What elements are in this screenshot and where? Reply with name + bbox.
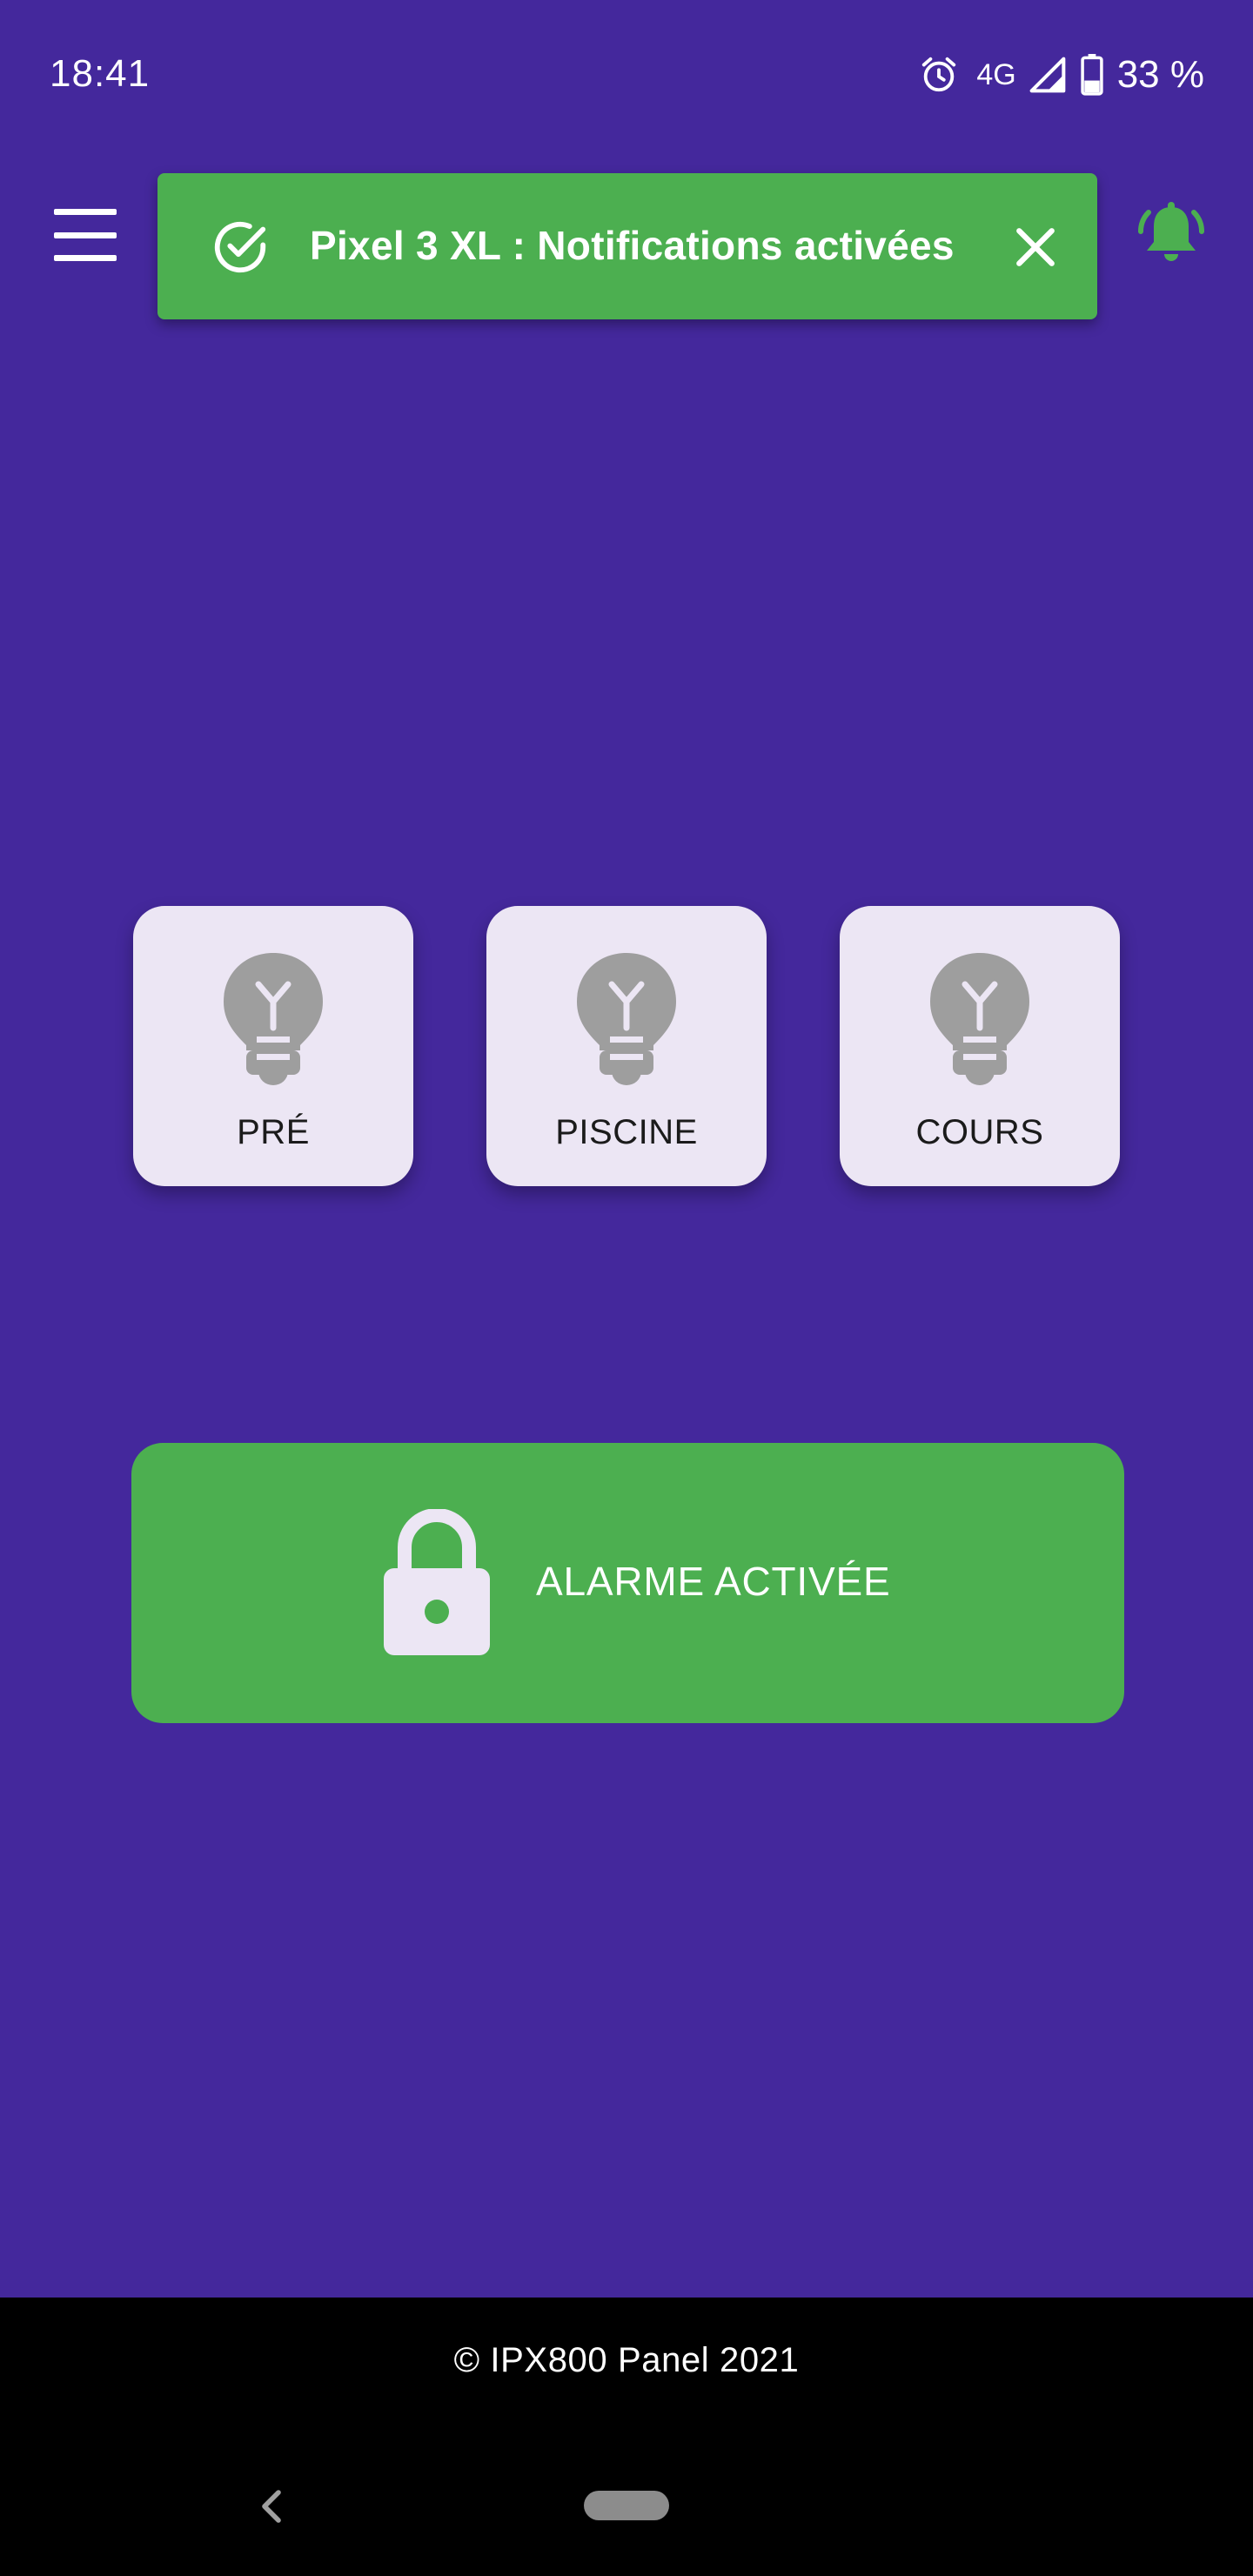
light-tile-pre[interactable]: PRÉ	[133, 906, 413, 1186]
toast-message: Pixel 3 XL : Notifications activées	[310, 223, 955, 268]
status-icons: 4G 33 %	[919, 50, 1204, 99]
app-screen: 18:41 4G 33 % Pixel 3 XL: Notifications…	[0, 0, 1253, 2576]
check-circle-icon	[210, 217, 271, 278]
alarm-label: ALARME ACTIVÉE	[536, 1559, 891, 1604]
copyright-text: © IPX800 Panel 2021	[453, 2341, 800, 2379]
footer: © IPX800 Panel 2021	[0, 2298, 1253, 2576]
network-type: 4G	[976, 57, 1016, 91]
light-tile-cours[interactable]: COURS	[840, 906, 1120, 1186]
battery-icon	[1079, 54, 1105, 96]
status-bar: 18:41 4G 33 %	[0, 0, 1253, 148]
lightbulb-icon	[220, 949, 326, 1089]
tile-label: PRÉ	[237, 1113, 310, 1151]
alarm-toggle-button[interactable]: ALARME ACTIVÉE	[131, 1443, 1124, 1723]
menu-icon[interactable]	[54, 209, 117, 261]
tile-label: PISCINE	[555, 1113, 698, 1151]
notification-toast: Pixel 3 XL : Notifications activées	[157, 173, 1097, 319]
tile-label: COURS	[915, 1113, 1044, 1151]
battery-level: 33 %	[1116, 53, 1204, 96]
signal-icon	[1029, 56, 1067, 94]
lightbulb-icon	[573, 949, 680, 1089]
lightbulb-icon	[927, 949, 1033, 1089]
close-icon[interactable]	[1014, 225, 1057, 269]
home-pill-button[interactable]	[584, 2491, 669, 2520]
lock-icon	[382, 1508, 492, 1657]
back-chevron-icon[interactable]	[258, 2487, 284, 2526]
light-tile-piscine[interactable]: PISCINE	[486, 906, 767, 1186]
alarm-clock-icon	[919, 55, 959, 95]
status-time: 18:41	[50, 52, 151, 95]
bell-ringing-icon[interactable]	[1136, 198, 1206, 272]
